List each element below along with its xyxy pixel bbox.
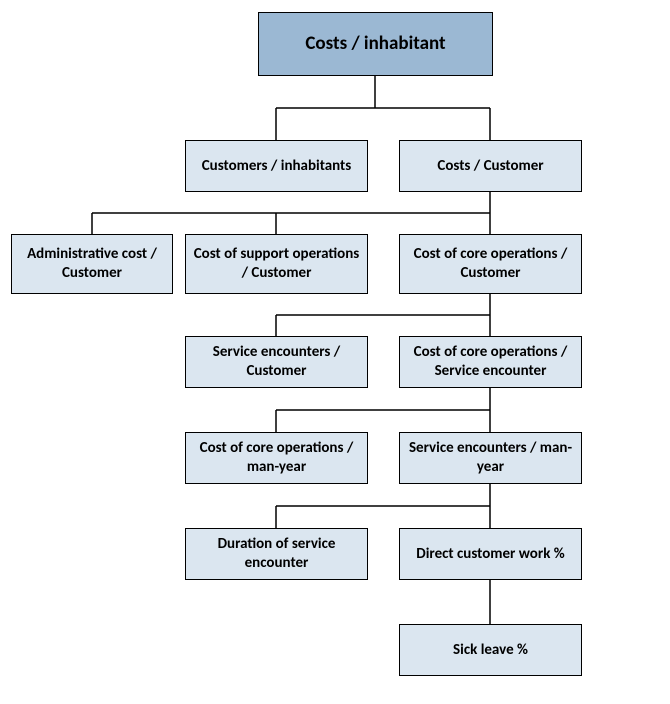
label: Cost of support operations / Customer <box>192 245 361 283</box>
label: Costs / Customer <box>437 157 543 176</box>
node-support-ops-customer: Cost of support operations / Customer <box>185 234 368 294</box>
node-core-ops-service-encounter: Cost of core operations / Service encoun… <box>399 336 582 388</box>
node-costs-inhabitant: Costs / inhabitant <box>258 12 493 76</box>
label: Service encounters / man-year <box>406 439 575 477</box>
label: Administrative cost / Customer <box>18 245 166 283</box>
label: Service encounters / Customer <box>192 343 361 381</box>
node-admin-cost-customer: Administrative cost / Customer <box>11 234 173 294</box>
node-duration-encounter: Duration of service encounter <box>185 528 368 580</box>
label: Cost of core operations / Service encoun… <box>406 343 575 381</box>
label: Duration of service encounter <box>192 535 361 573</box>
node-sick-leave: Sick leave % <box>399 624 582 676</box>
label: Cost of core operations / Customer <box>406 245 575 283</box>
node-core-ops-manyear: Cost of core operations / man-year <box>185 432 368 484</box>
label: Cost of core operations / man-year <box>192 439 361 477</box>
label: Direct customer work % <box>416 545 564 564</box>
node-direct-customer-work: Direct customer work % <box>399 528 582 580</box>
node-core-ops-customer: Cost of core operations / Customer <box>399 234 582 294</box>
label: Costs / inhabitant <box>305 32 445 56</box>
node-costs-customer: Costs / Customer <box>399 140 582 192</box>
node-service-encounters-manyear: Service encounters / man-year <box>399 432 582 484</box>
node-service-encounters-customer: Service encounters / Customer <box>185 336 368 388</box>
label: Customers / inhabitants <box>202 157 352 176</box>
label: Sick leave % <box>453 641 528 660</box>
node-customers-inhabitants: Customers / inhabitants <box>185 140 368 192</box>
